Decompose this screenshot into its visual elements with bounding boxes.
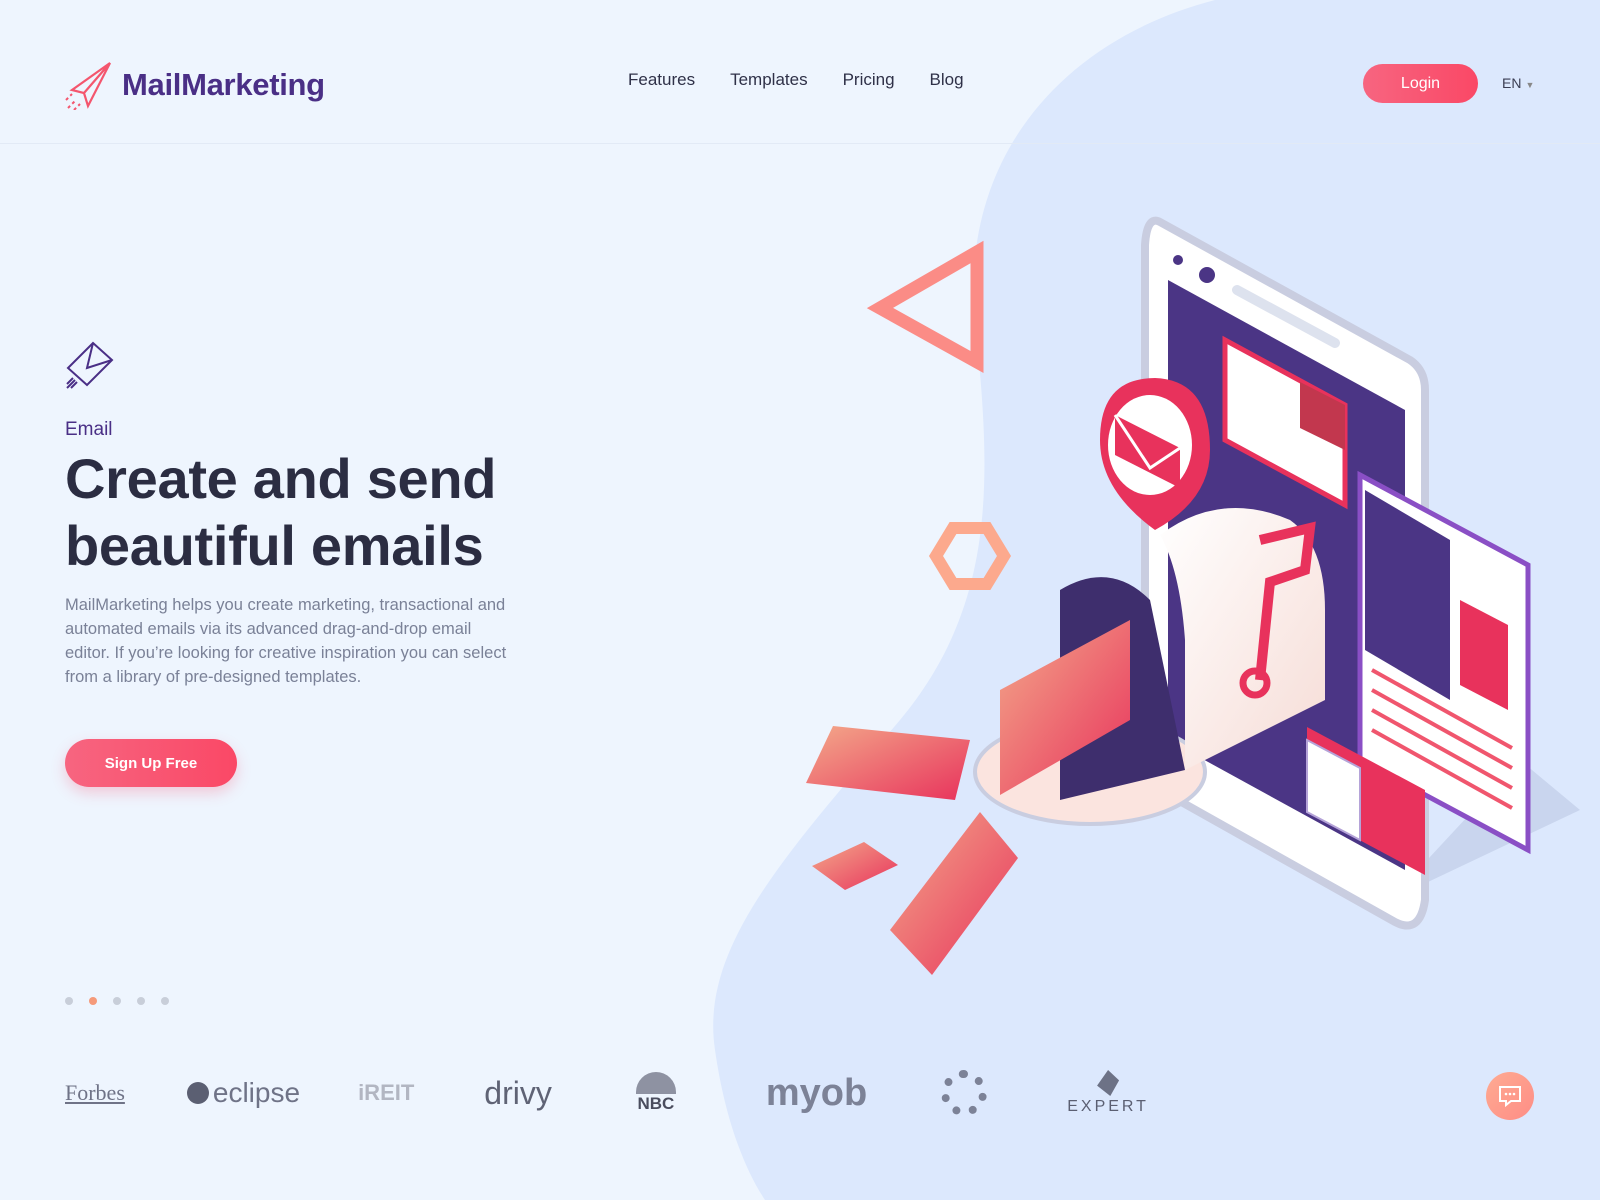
logo-text: MailMarketing: [122, 67, 325, 102]
email-send-icon: [66, 341, 114, 389]
hero-section: Email Create and send beautiful emails Ma…: [65, 340, 585, 689]
nav-features[interactable]: Features: [628, 70, 695, 90]
brand-logos: Forbes eclipse iREIT drivy NBC myob EXPE…: [65, 1070, 1205, 1116]
brand-nbc: NBC: [635, 1072, 676, 1114]
hero-title: Create and send beautiful emails: [65, 445, 585, 579]
chat-bubble-icon: [1499, 1086, 1521, 1108]
carousel-dot-1[interactable]: [65, 997, 73, 1005]
sign-up-free-button[interactable]: Sign Up Free: [65, 739, 237, 787]
brand-forbes: Forbes: [65, 1080, 125, 1105]
peacock-icon: [635, 1072, 676, 1094]
carousel-dot-4[interactable]: [137, 997, 145, 1005]
hero-illustration: [806, 216, 1580, 975]
triangle-shape: [866, 240, 984, 374]
language-selector[interactable]: EN ▼: [1502, 75, 1534, 91]
nav-pricing[interactable]: Pricing: [843, 70, 895, 90]
carousel-dot-2[interactable]: [89, 997, 97, 1005]
expert-icon: [1097, 1070, 1120, 1096]
hero-eyebrow: Email: [65, 419, 113, 440]
hero-title-line1: Create and send: [65, 447, 497, 510]
nav-templates[interactable]: Templates: [730, 70, 807, 90]
carousel-dots: [65, 997, 169, 1005]
brand-expert: EXPERT: [1067, 1070, 1149, 1116]
brand-expert-text: EXPERT: [1067, 1098, 1149, 1115]
language-label: EN: [1502, 75, 1522, 91]
chevron-down-icon: ▼: [1525, 80, 1535, 90]
nav-blog[interactable]: Blog: [930, 70, 964, 90]
main-nav: Features Templates Pricing Blog: [628, 70, 964, 90]
hexagon-shape: [928, 522, 1012, 590]
hero-description: MailMarketing helps you create marketing…: [65, 596, 507, 686]
chat-button[interactable]: [1486, 1072, 1534, 1120]
brand-ireit: iREIT: [358, 1080, 415, 1105]
top-navbar: MailMarketing Features Templates Pricing…: [0, 0, 1600, 144]
paper-plane-icon: [65, 62, 111, 110]
logo[interactable]: MailMarketing: [64, 60, 325, 110]
brand-myob: myob: [765, 1071, 868, 1114]
cbc-gem-icon: [941, 1070, 988, 1116]
carousel-dot-5[interactable]: [161, 997, 169, 1005]
hero-title-line2: beautiful emails: [65, 514, 484, 577]
brand-cbc: [941, 1070, 988, 1116]
carousel-dot-3[interactable]: [113, 997, 121, 1005]
brand-nbc-text: NBC: [637, 1094, 675, 1113]
brand-drivy: drivy: [484, 1074, 552, 1111]
brand-eclipse: eclipse: [186, 1077, 301, 1109]
eclipse-icon: [186, 1082, 209, 1104]
brand-eclipse-text: eclipse: [212, 1077, 301, 1108]
login-button[interactable]: Login: [1363, 64, 1478, 103]
